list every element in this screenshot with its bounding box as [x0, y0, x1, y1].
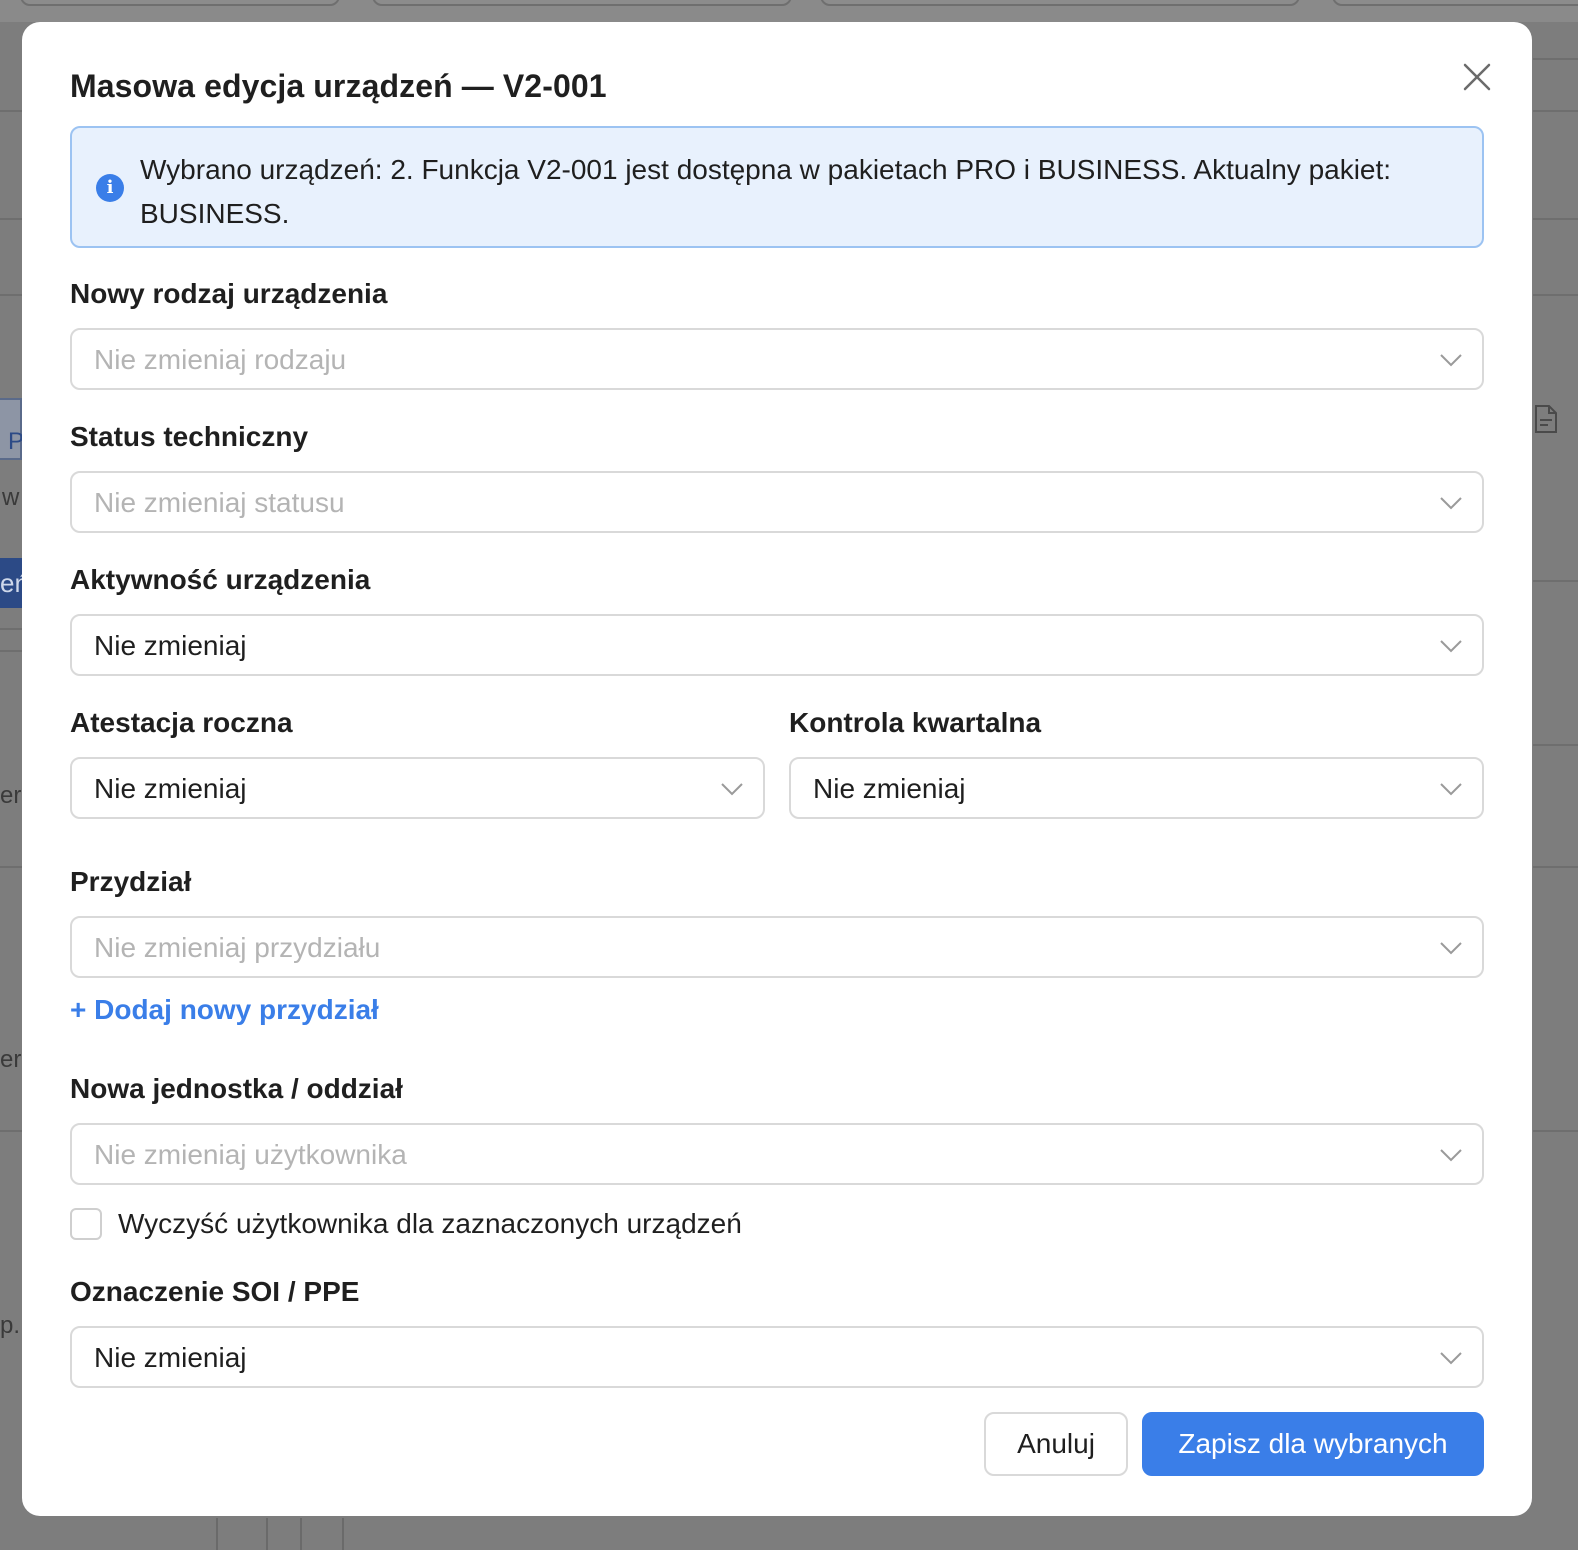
add-assignment-link[interactable]: + Dodaj nowy przydział — [70, 994, 379, 1026]
chevron-down-icon — [1440, 1149, 1462, 1162]
chevron-down-icon — [721, 783, 743, 796]
unit-placeholder: Nie zmieniaj użytkownika — [94, 1139, 407, 1170]
background-divider — [0, 866, 22, 868]
activity-value: Nie zmieniaj — [94, 630, 247, 661]
background-highlight: eń — [0, 558, 22, 608]
background-topbar — [0, 0, 1578, 22]
background-divider — [0, 1130, 22, 1132]
chevron-down-icon — [1440, 1352, 1462, 1365]
background-divider — [266, 1518, 268, 1550]
annual-attestation-value: Nie zmieniaj — [94, 773, 247, 804]
cancel-button[interactable]: Anuluj — [984, 1412, 1128, 1476]
clear-user-checkbox[interactable] — [70, 1208, 102, 1240]
activity-select[interactable]: Nie zmieniaj — [70, 614, 1484, 676]
background-divider — [1533, 58, 1578, 60]
save-for-selected-button[interactable]: Zapisz dla wybranych — [1142, 1412, 1484, 1476]
background-divider — [1533, 866, 1578, 868]
background-divider — [216, 1518, 218, 1550]
chevron-down-icon — [1440, 783, 1462, 796]
quarterly-control-label: Kontrola kwartalna — [789, 707, 1042, 738]
background-pill — [20, 0, 340, 6]
tech-status-placeholder: Nie zmieniaj statusu — [94, 487, 345, 518]
background-divider — [342, 1518, 344, 1550]
clear-user-checkbox-label[interactable]: Wyczyść użytkownika dla zaznaczonych urz… — [118, 1208, 742, 1240]
annual-attestation-select[interactable]: Nie zmieniaj — [70, 757, 765, 819]
background-divider — [300, 1518, 302, 1550]
background-text: w — [2, 484, 20, 511]
background-text: er — [0, 782, 22, 809]
background-pill — [372, 0, 792, 6]
background-chip: P — [0, 398, 24, 460]
tech-status-select[interactable]: Nie zmieniaj statusu — [70, 471, 1484, 533]
background-divider — [0, 628, 22, 630]
tech-status-label: Status techniczny — [70, 421, 309, 452]
chevron-down-icon — [1440, 497, 1462, 510]
background-text: p. — [0, 1312, 21, 1339]
background-divider — [0, 650, 22, 652]
device-type-placeholder: Nie zmieniaj rodzaju — [94, 344, 347, 375]
background-divider — [1533, 744, 1578, 746]
background-divider — [0, 218, 22, 220]
background-divider — [1533, 1130, 1578, 1132]
background-divider — [1533, 110, 1578, 112]
document-icon — [1535, 405, 1557, 433]
background-divider — [1533, 294, 1578, 296]
info-icon: i — [96, 174, 124, 202]
background-pill — [1332, 0, 1578, 6]
unit-label: Nowa jednostka / oddział — [70, 1073, 403, 1104]
chevron-down-icon — [1440, 354, 1462, 367]
quarterly-control-select[interactable]: Nie zmieniaj — [789, 757, 1484, 819]
background-divider — [0, 110, 22, 112]
assignment-select[interactable]: Nie zmieniaj przydziału — [70, 916, 1484, 978]
bulk-edit-modal: Masowa edycja urządzeń — V2-001 i Wybran… — [22, 22, 1532, 1516]
activity-label: Aktywność urządzenia — [70, 564, 371, 595]
chevron-down-icon — [1440, 942, 1462, 955]
close-icon[interactable] — [1460, 60, 1494, 94]
background-pill — [820, 0, 1300, 6]
chevron-down-icon — [1440, 640, 1462, 653]
device-type-label: Nowy rodzaj urządzenia — [70, 278, 388, 309]
soi-ppe-label: Oznaczenie SOI / PPE — [70, 1276, 360, 1307]
assignment-label: Przydział — [70, 866, 192, 897]
annual-attestation-label: Atestacja roczna — [70, 707, 293, 738]
background-divider — [1533, 580, 1578, 582]
background-divider — [1533, 218, 1578, 220]
background-text: eń — [0, 568, 22, 598]
unit-select[interactable]: Nie zmieniaj użytkownika — [70, 1123, 1484, 1185]
quarterly-control-value: Nie zmieniaj — [813, 773, 966, 804]
assignment-placeholder: Nie zmieniaj przydziału — [94, 932, 381, 963]
device-type-select[interactable]: Nie zmieniaj rodzaju — [70, 328, 1484, 390]
modal-title: Masowa edycja urządzeń — V2-001 — [70, 68, 607, 104]
info-alert: i Wybrano urządzeń: 2. Funkcja V2-001 je… — [70, 126, 1484, 248]
info-alert-text: Wybrano urządzeń: 2. Funkcja V2-001 jest… — [140, 154, 1392, 229]
soi-ppe-value: Nie zmieniaj — [94, 1342, 247, 1373]
background-divider — [0, 294, 22, 296]
background-text: er — [0, 1046, 22, 1073]
soi-ppe-select[interactable]: Nie zmieniaj — [70, 1326, 1484, 1388]
